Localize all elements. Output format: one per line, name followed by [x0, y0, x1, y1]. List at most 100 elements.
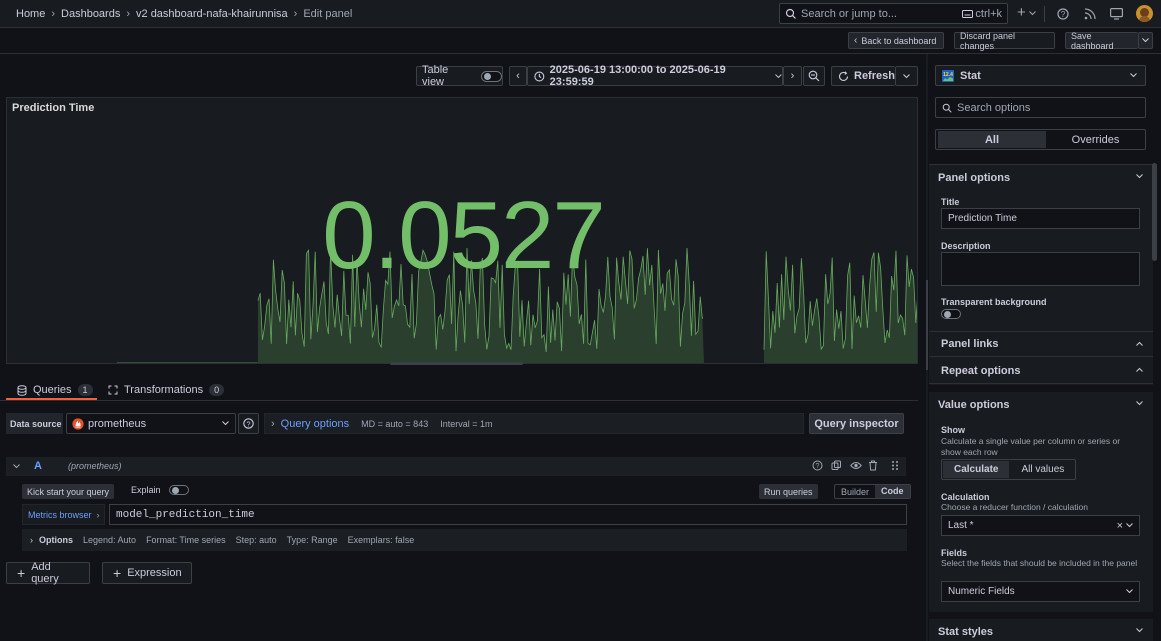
datasource-name: prometheus: [88, 417, 147, 430]
save-label: Save dashboard: [1071, 30, 1114, 51]
query-options-toggle[interactable]: › Query options MD = auto = 843 Interval…: [264, 413, 804, 434]
save-options-button[interactable]: [1138, 32, 1153, 49]
refresh-button[interactable]: Refresh: [831, 66, 895, 86]
description-textarea[interactable]: [941, 252, 1140, 286]
pane-splitter-handle[interactable]: [926, 280, 928, 370]
table-view-toggle[interactable]: Table view: [416, 64, 503, 88]
zoom-out-button[interactable]: [803, 66, 825, 86]
options-scrollbar[interactable]: [1152, 163, 1157, 261]
visualization-picker[interactable]: 12.4 Stat: [935, 65, 1146, 86]
save-dashboard-button[interactable]: Save dashboard: [1065, 30, 1138, 51]
svg-text:?: ?: [246, 419, 250, 428]
metrics-browser-label: Metrics browser: [28, 509, 92, 520]
avatar[interactable]: [1136, 5, 1153, 22]
tab-overrides[interactable]: Overrides: [1046, 134, 1145, 146]
discard-label: Discard panel changes: [960, 30, 1016, 51]
database-icon: [17, 384, 27, 396]
help-icon[interactable]: ?: [812, 460, 823, 471]
section-stat-styles[interactable]: Stat styles: [929, 619, 1153, 641]
query-options-row[interactable]: › Options Legend: Auto Format: Time seri…: [22, 529, 907, 551]
title-field-label: Title: [941, 197, 960, 207]
shortcut-text: ctrl+k: [975, 7, 1002, 20]
chevron-right-icon: ›: [96, 509, 100, 520]
plus-icon: +: [1017, 4, 1026, 21]
kickstart-query-button[interactable]: Kick start your query: [22, 484, 115, 499]
breadcrumb-home[interactable]: Home: [16, 8, 45, 20]
chevron-down-icon: [1126, 589, 1133, 594]
calculation-value: Last *: [948, 520, 974, 531]
refresh-icon: [838, 70, 849, 81]
transform-icon: [108, 385, 118, 395]
discard-changes-button[interactable]: Discard panel changes: [954, 30, 1055, 51]
query-ref-id[interactable]: A: [34, 460, 42, 472]
section-panel-links[interactable]: Panel links: [929, 331, 1153, 357]
options-label: Options: [39, 535, 73, 545]
run-queries-button[interactable]: Run queries: [759, 484, 818, 499]
fields-select[interactable]: Numeric Fields: [941, 581, 1140, 602]
code-mode-option[interactable]: Code: [875, 485, 910, 498]
title-input[interactable]: Prediction Time: [941, 208, 1140, 229]
promql-query-input[interactable]: model_prediction_time: [109, 504, 907, 525]
chevron-down-icon: [1136, 401, 1143, 406]
query-options-label: Query options: [280, 417, 350, 430]
explain-toggle[interactable]: Explain: [131, 485, 189, 495]
duplicate-icon[interactable]: [831, 460, 842, 471]
explain-label: Explain: [131, 485, 161, 495]
drag-handle-icon[interactable]: [891, 460, 899, 471]
query-row-header[interactable]: A (prometheus) ?: [6, 457, 906, 476]
kiosk-monitor-icon[interactable]: [1110, 8, 1123, 20]
section-panel-options[interactable]: Panel options: [929, 165, 1153, 191]
show-mode-switch: Calculate All values: [941, 459, 1077, 480]
news-rss-icon[interactable]: [1084, 8, 1096, 20]
show-all-values-option[interactable]: All values: [1010, 464, 1075, 475]
transparent-switch[interactable]: [941, 309, 961, 319]
type-summary: Type: Range: [286, 535, 338, 545]
chevron-left-icon: ‹: [516, 70, 520, 82]
collapse-chevron-icon[interactable]: [13, 464, 20, 469]
svg-text:12.4: 12.4: [943, 72, 953, 78]
tab-transformations[interactable]: Transformations 0: [108, 382, 225, 398]
stat-value: 0.0527: [322, 182, 606, 289]
exemplars-summary: Exemplars: false: [347, 535, 415, 545]
show-calculate-option[interactable]: Calculate: [943, 461, 1010, 478]
add-expression-button[interactable]: + Expression: [102, 562, 192, 584]
calculation-select[interactable]: Last * ×: [941, 515, 1140, 536]
breadcrumb-dashboards[interactable]: Dashboards: [61, 8, 120, 20]
queries-count-badge: 1: [77, 384, 93, 396]
explain-switch[interactable]: [168, 485, 189, 495]
back-label: Back to dashboard: [861, 35, 937, 46]
section-value-options[interactable]: Value options: [929, 392, 1153, 418]
chevron-down-icon: [1136, 628, 1143, 633]
panel-resize-handle[interactable]: [390, 362, 523, 365]
add-query-button[interactable]: + Add query: [6, 561, 90, 585]
time-range-picker[interactable]: 2025-06-19 13:00:00 to 2025-06-19 23:59:…: [527, 64, 783, 88]
time-forward-button[interactable]: ›: [783, 66, 802, 86]
search-options-input[interactable]: Search options: [935, 97, 1146, 118]
eye-icon[interactable]: [850, 460, 862, 471]
trash-icon[interactable]: [868, 460, 878, 471]
datasource-help-button[interactable]: ?: [238, 413, 259, 434]
help-icon[interactable]: ?: [1057, 8, 1069, 20]
chevron-down-icon: [775, 73, 782, 78]
query-inspector-button[interactable]: Query inspector: [809, 413, 904, 434]
chevron-down-icon: [1130, 73, 1137, 78]
add-new-button[interactable]: +: [1017, 4, 1036, 21]
metrics-browser-button[interactable]: Metrics browser ›: [22, 504, 105, 525]
section-title: Panel options: [938, 172, 1011, 184]
datasource-picker[interactable]: prometheus: [66, 413, 236, 434]
tab-queries[interactable]: Queries 1: [17, 382, 93, 398]
search-bar[interactable]: Search or jump to... ctrl+k: [779, 3, 1008, 24]
step-summary: Step: auto: [235, 535, 277, 545]
tab-all[interactable]: All: [938, 131, 1046, 148]
clear-icon[interactable]: ×: [1117, 520, 1123, 532]
section-repeat-options[interactable]: Repeat options: [929, 358, 1153, 384]
breadcrumb-dashboard[interactable]: v2 dashboard-nafa-khairunnisa: [136, 8, 288, 20]
tabs-divider: [0, 400, 918, 401]
table-view-switch[interactable]: [481, 70, 502, 82]
builder-mode-option[interactable]: Builder: [835, 487, 875, 497]
time-back-button[interactable]: ‹: [509, 66, 527, 86]
refresh-interval-button[interactable]: [895, 66, 918, 86]
back-to-dashboard-button[interactable]: ‹ Back to dashboard: [848, 32, 944, 49]
fields-value: Numeric Fields: [948, 586, 1015, 597]
tab-transformations-label: Transformations: [124, 384, 204, 396]
